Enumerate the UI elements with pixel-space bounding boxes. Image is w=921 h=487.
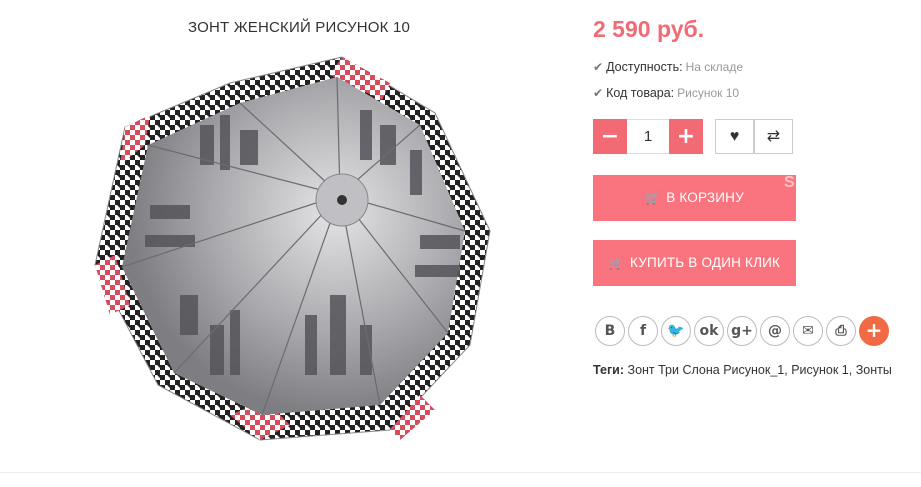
availability-label: Доступность: (606, 60, 683, 74)
vk-icon[interactable]: B (595, 316, 625, 346)
availability-value: На складе (685, 60, 743, 74)
cart-icon: 🛒 (608, 256, 625, 270)
quantity-decrease-button[interactable]: − (593, 119, 627, 154)
quantity-input[interactable] (627, 119, 669, 154)
heart-icon: ♥ (729, 128, 740, 145)
quantity-increase-button[interactable]: + (669, 119, 703, 154)
share-buttons: B f 🐦 ok g+ @ ✉ ⎙ + (595, 316, 892, 346)
add-to-cart-button[interactable]: 🛒 В КОРЗИНУ (593, 175, 796, 221)
product-code-value: Рисунок 10 (677, 86, 740, 100)
tags-value[interactable]: Зонт Три Слона Рисунок_1, Рисунок 1, Зон… (628, 363, 892, 377)
wishlist-button[interactable]: ♥ (715, 119, 754, 154)
product-price: 2 590 руб. (593, 16, 705, 42)
mailru-icon[interactable]: @ (760, 316, 790, 346)
product-code-line: ✔ Код товара: Рисунок 10 (593, 86, 739, 100)
compare-arrows-icon: ⇄ (766, 128, 781, 145)
check-icon: ✔ (593, 86, 604, 100)
tags-label: Теги: (593, 363, 625, 377)
compare-button[interactable]: ⇄ (754, 119, 793, 154)
email-icon[interactable]: ✉ (793, 316, 823, 346)
facebook-icon[interactable]: f (628, 316, 658, 346)
cart-icon: 🛒 (645, 191, 661, 205)
product-image (94, 56, 491, 441)
divider (0, 472, 921, 473)
product-tags: Теги: Зонт Три Слона Рисунок_1, Рисунок … (593, 363, 892, 377)
corner-badge: S (784, 174, 795, 191)
odnoklassniki-icon[interactable]: ok (694, 316, 724, 346)
more-icon[interactable]: + (859, 316, 889, 346)
twitter-icon[interactable]: 🐦 (661, 316, 691, 346)
quantity-stepper: − + (593, 119, 703, 154)
check-icon: ✔ (593, 60, 604, 74)
product-code-label: Код товара: (606, 86, 675, 100)
print-icon[interactable]: ⎙ (826, 316, 856, 346)
add-to-cart-label: В КОРЗИНУ (666, 190, 744, 205)
buy-one-click-button[interactable]: 🛒 КУПИТЬ В ОДИН КЛИК (593, 240, 796, 286)
product-title: ЗОНТ ЖЕНСКИЙ РИСУНОК 10 (188, 19, 411, 36)
availability-line: ✔ Доступность: На складе (593, 60, 743, 74)
google-plus-icon[interactable]: g+ (727, 316, 757, 346)
buy-one-click-label: КУПИТЬ В ОДИН КЛИК (630, 255, 781, 270)
